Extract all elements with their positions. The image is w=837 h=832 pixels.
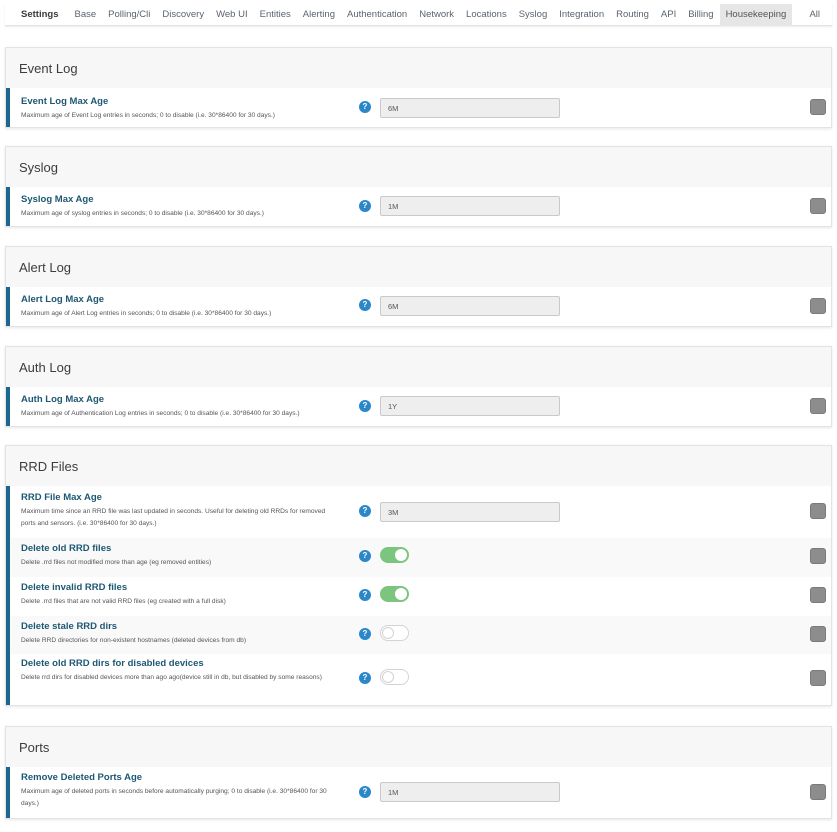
setting-description: Maximum age of Authentication Log entrie…	[21, 410, 300, 417]
setting-description: Delete .rrd files not modified more than…	[21, 559, 212, 566]
delete-old-rrd-files-toggle[interactable]	[380, 547, 409, 563]
nav-tab-polling[interactable]: Polling/Cli	[102, 4, 156, 26]
remove-deleted-ports-age-input[interactable]	[380, 782, 560, 802]
setting-row: Delete invalid RRD files Delete .rrd fil…	[6, 577, 831, 616]
nav-tab-syslog[interactable]: Syslog	[513, 4, 554, 26]
setting-title: Auth Log Max Age	[21, 394, 105, 405]
panel-title: Event Log	[19, 60, 78, 76]
setting-description: Delete .rrd files that are not valid RRD…	[21, 598, 226, 605]
setting-title: Delete old RRD dirs for disabled devices	[21, 658, 204, 669]
setting-description: Maximum age of Event Log entries in seco…	[21, 112, 276, 119]
question-circle-icon[interactable]: ?	[359, 628, 371, 640]
nav-tab-routing[interactable]: Routing	[610, 4, 655, 26]
setting-description: Delete rrd dirs for disabled devices mor…	[21, 674, 322, 681]
setting-description: Maximum time since an RRD file was last …	[21, 508, 326, 527]
setting-description: Maximum age of Alert Log entries in seco…	[21, 310, 272, 317]
nav-tab-authentication[interactable]: Authentication	[341, 4, 413, 26]
nav-tab-webui[interactable]: Web UI	[210, 4, 254, 26]
setting-title: Syslog Max Age	[21, 194, 94, 205]
settings-nav: Settings Base Polling/Cli Discovery Web …	[5, 3, 832, 26]
question-circle-icon[interactable]: ?	[359, 505, 371, 517]
setting-title: Delete old RRD files	[21, 543, 112, 554]
setting-title: Event Log Max Age	[21, 96, 109, 107]
panel-event-log: Event Log Event Log Max Age Maximum age …	[5, 47, 832, 128]
setting-row: Remove Deleted Ports Age Maximum age of …	[6, 767, 831, 818]
delete-invalid-rrd-files-toggle[interactable]	[380, 586, 409, 602]
nav-tab-entities[interactable]: Entities	[254, 4, 297, 26]
panel-title: RRD Files	[19, 458, 79, 474]
rrd-file-max-age-input[interactable]	[380, 502, 560, 522]
panel-alert-log: Alert Log Alert Log Max Age Maximum age …	[5, 246, 832, 327]
panel-header: Event Log	[6, 48, 831, 88]
setting-description: Maximum age of deleted ports in seconds …	[21, 788, 327, 807]
setting-row: Delete stale RRD dirs Delete RRD directo…	[6, 616, 831, 654]
question-circle-icon[interactable]: ?	[359, 299, 371, 311]
setting-row: Syslog Max Age Maximum age of syslog ent…	[6, 187, 831, 226]
panel-header: Syslog	[6, 147, 831, 187]
nav-tab-base[interactable]: Base	[68, 4, 102, 26]
event-log-max-age-input[interactable]	[380, 98, 560, 118]
nav-tab-all[interactable]: All	[803, 4, 832, 26]
setting-row: Delete old RRD dirs for disabled devices…	[6, 654, 831, 705]
question-circle-icon[interactable]: ?	[359, 200, 371, 212]
nav-tab-integration[interactable]: Integration	[553, 4, 610, 26]
lock-toggle-icon[interactable]	[810, 298, 826, 314]
question-circle-icon[interactable]: ?	[359, 101, 371, 113]
panel-rrd-files: RRD Files RRD File Max Age Maximum time …	[5, 445, 832, 706]
setting-row: Alert Log Max Age Maximum age of Alert L…	[6, 287, 831, 326]
panel-header: Ports	[6, 727, 831, 767]
setting-row: Event Log Max Age Maximum age of Event L…	[6, 88, 831, 127]
panel-auth-log: Auth Log Auth Log Max Age Maximum age of…	[5, 346, 832, 427]
panel-title: Auth Log	[19, 359, 72, 375]
lock-toggle-icon[interactable]	[810, 784, 826, 800]
lock-toggle-icon[interactable]	[810, 587, 826, 603]
lock-toggle-icon[interactable]	[810, 198, 826, 214]
delete-old-rrd-dirs-disabled-toggle[interactable]	[380, 669, 409, 685]
lock-toggle-icon[interactable]	[810, 548, 826, 564]
lock-toggle-icon[interactable]	[810, 99, 826, 115]
panel-title: Ports	[19, 739, 50, 755]
setting-title: Remove Deleted Ports Age	[21, 772, 143, 783]
lock-toggle-icon[interactable]	[810, 670, 826, 686]
panel-title: Syslog	[19, 159, 59, 175]
question-circle-icon[interactable]: ?	[359, 400, 371, 412]
question-circle-icon[interactable]: ?	[359, 672, 371, 684]
lock-toggle-icon[interactable]	[810, 503, 826, 519]
alert-log-max-age-input[interactable]	[380, 296, 560, 316]
nav-tab-locations[interactable]: Locations	[460, 4, 513, 26]
nav-tab-network[interactable]: Network	[413, 4, 460, 26]
setting-title: Delete invalid RRD files	[21, 582, 128, 593]
nav-tab-billing[interactable]: Billing	[682, 4, 719, 26]
panel-ports: Ports Remove Deleted Ports Age Maximum a…	[5, 726, 832, 819]
setting-row: Delete old RRD files Delete .rrd files n…	[6, 538, 831, 577]
nav-tab-discovery[interactable]: Discovery	[156, 4, 210, 26]
setting-title: RRD File Max Age	[21, 492, 102, 503]
delete-stale-rrd-dirs-toggle[interactable]	[380, 625, 409, 641]
panel-header: Alert Log	[6, 247, 831, 287]
panel-header: RRD Files	[6, 446, 831, 486]
panel-header: Auth Log	[6, 347, 831, 387]
nav-brand[interactable]: Settings	[5, 4, 68, 26]
syslog-max-age-input[interactable]	[380, 196, 560, 216]
setting-title: Delete stale RRD dirs	[21, 621, 118, 632]
nav-tab-api[interactable]: API	[655, 4, 682, 26]
setting-description: Delete RRD directories for non-existent …	[21, 637, 247, 644]
setting-row: Auth Log Max Age Maximum age of Authenti…	[6, 387, 831, 426]
nav-tab-housekeeping[interactable]: Housekeeping	[719, 3, 793, 26]
question-circle-icon[interactable]: ?	[359, 550, 371, 562]
auth-log-max-age-input[interactable]	[380, 396, 560, 416]
panel-title: Alert Log	[19, 259, 72, 275]
nav-tab-alerting[interactable]: Alerting	[297, 4, 341, 26]
question-circle-icon[interactable]: ?	[359, 589, 371, 601]
setting-row: RRD File Max Age Maximum time since an R…	[6, 486, 831, 538]
setting-description: Maximum age of syslog entries in seconds…	[21, 210, 264, 217]
setting-title: Alert Log Max Age	[21, 294, 105, 305]
lock-toggle-icon[interactable]	[810, 398, 826, 414]
panel-syslog: Syslog Syslog Max Age Maximum age of sys…	[5, 146, 832, 227]
question-circle-icon[interactable]: ?	[359, 786, 371, 798]
lock-toggle-icon[interactable]	[810, 626, 826, 642]
